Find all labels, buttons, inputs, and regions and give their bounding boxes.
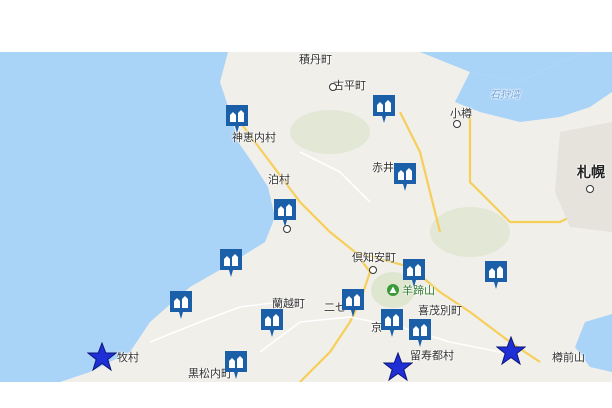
facility-pin-icon[interactable] <box>260 308 284 338</box>
facility-pin-icon[interactable] <box>225 104 249 134</box>
label-rusutsu: 留寿都村 <box>410 349 454 362</box>
mountain-icon <box>387 284 399 296</box>
facility-pin-icon[interactable] <box>224 350 248 380</box>
label-furubira-town: 古平町 <box>333 79 366 92</box>
facility-pin-icon[interactable] <box>219 248 243 278</box>
facility-pin-icon[interactable] <box>402 258 426 288</box>
facility-pin-icon[interactable] <box>169 290 193 320</box>
label-sapporo: 札幌 <box>577 165 605 181</box>
label-ishikari-bay: 石狩湾 <box>490 90 520 101</box>
map-view[interactable]: 積丹町 古平町 石狩湾 小樽 神恵内村 札幌 赤井 泊村 倶知安町 羊蹄山 蘭越… <box>0 52 612 382</box>
map-base <box>0 52 612 382</box>
facility-pin-icon[interactable] <box>372 94 396 124</box>
city-dot <box>586 185 594 193</box>
facility-pin-icon[interactable] <box>484 260 508 290</box>
star-marker-icon[interactable] <box>496 336 526 366</box>
label-otaru: 小樽 <box>450 107 472 120</box>
city-dot <box>369 266 377 274</box>
facility-pin-icon[interactable] <box>341 288 365 318</box>
label-kutchan-town: 倶知安町 <box>352 251 396 264</box>
city-dot <box>329 83 337 91</box>
label-suttsu: 牧村 <box>117 351 139 364</box>
city-dot <box>453 120 461 128</box>
label-tarumae: 樽前山 <box>552 351 585 364</box>
star-marker-icon[interactable] <box>87 342 117 372</box>
facility-pin-icon[interactable] <box>393 162 417 192</box>
label-kimobetsu-town: 喜茂別町 <box>418 304 462 317</box>
star-marker-icon[interactable] <box>383 352 413 382</box>
facility-pin-icon[interactable] <box>273 198 297 228</box>
facility-pin-icon[interactable] <box>408 318 432 348</box>
label-tomari-village: 泊村 <box>268 173 290 186</box>
label-shakotan-town: 積丹町 <box>299 53 332 66</box>
facility-pin-icon[interactable] <box>380 308 404 338</box>
label-akaigawa: 赤井 <box>372 161 394 174</box>
